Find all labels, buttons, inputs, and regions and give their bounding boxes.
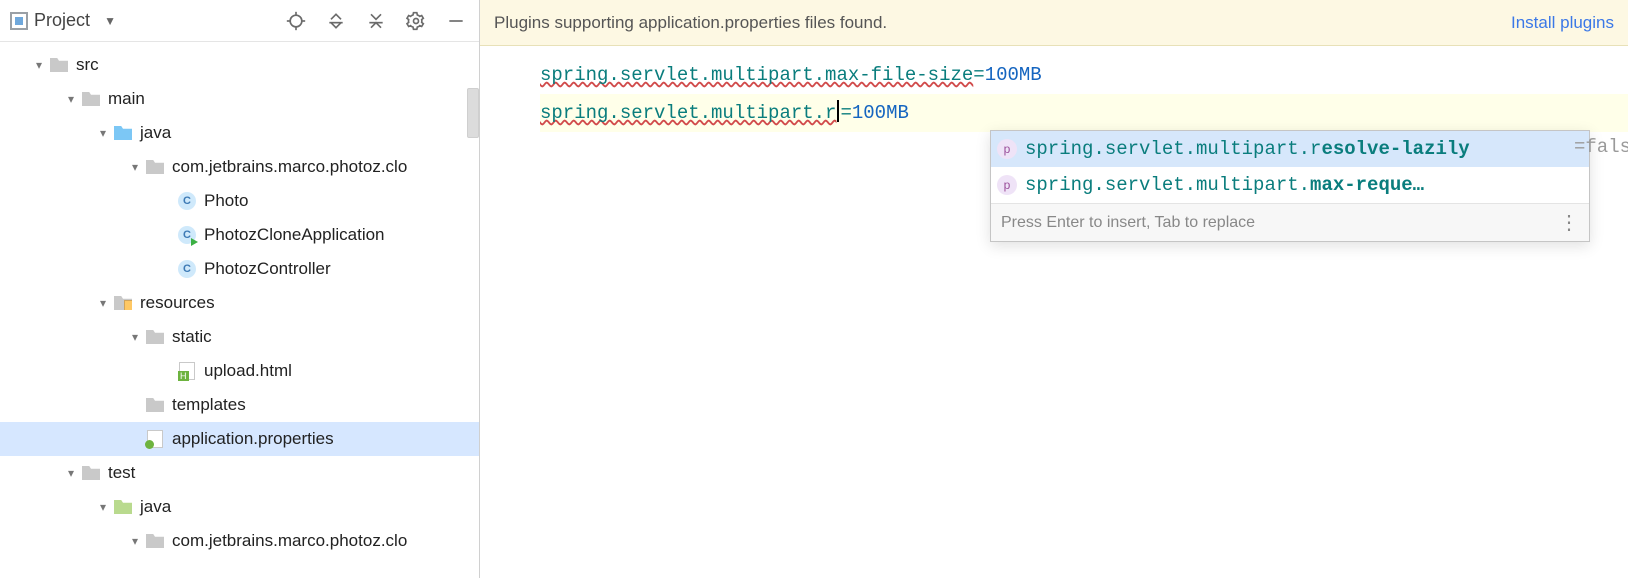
gear-icon[interactable] [401,6,431,36]
collapse-all-icon[interactable] [361,6,391,36]
code-editor[interactable]: spring.servlet.multipart.max-file-size=1… [480,46,1628,132]
banner-message: Plugins supporting application.propertie… [494,13,887,33]
tree-folder-main[interactable]: ▾main [0,82,479,116]
autocomplete-item-1[interactable]: p spring.servlet.multipart.resolve-lazil… [991,131,1589,167]
locate-icon[interactable] [281,6,311,36]
project-tree[interactable]: ▾src ▾main ▾java ▾com.jetbrains.marco.ph… [0,42,479,578]
minimize-icon[interactable] [441,6,471,36]
tree-folder-test-java[interactable]: ▾java [0,490,479,524]
tree-folder-resources[interactable]: ▾resources [0,286,479,320]
tree-folder-static[interactable]: ▾static [0,320,479,354]
autocomplete-popup: p spring.servlet.multipart.resolve-lazil… [990,130,1590,242]
chevron-down-icon[interactable]: ▼ [100,14,120,28]
tree-class-app[interactable]: CPhotozCloneApplication [0,218,479,252]
autocomplete-hint: Press Enter to insert, Tab to replace ⋮ [991,203,1589,241]
code-line-1[interactable]: spring.servlet.multipart.max-file-size=1… [540,56,1628,94]
project-title[interactable]: Project [34,10,90,31]
project-tool-header: Project ▼ [0,0,479,42]
code-line-2[interactable]: spring.servlet.multipart.r=100MB [540,94,1628,132]
tree-package-test[interactable]: ▾com.jetbrains.marco.photoz.clo [0,524,479,558]
autocomplete-item-2[interactable]: p spring.servlet.multipart.max-reque… [991,167,1589,203]
tree-folder-templates[interactable]: templates [0,388,479,422]
tree-folder-test[interactable]: ▾test [0,456,479,490]
property-icon: p [997,175,1017,195]
tree-package[interactable]: ▾com.jetbrains.marco.photoz.clo [0,150,479,184]
install-plugins-link[interactable]: Install plugins [1511,13,1614,33]
tree-scrollbar-thumb[interactable] [467,88,479,138]
tree-folder-java[interactable]: ▾java [0,116,479,150]
plugin-suggestion-banner: Plugins supporting application.propertie… [480,0,1628,46]
autocomplete-trailing-hint: =false (Whether to resolve the mult [1574,130,1628,158]
tree-file-application-properties[interactable]: application.properties [0,422,479,456]
tree-class-controller[interactable]: CPhotozController [0,252,479,286]
tree-folder-src[interactable]: ▾src [0,48,479,82]
project-icon [10,12,28,30]
property-icon: p [997,139,1017,159]
text-caret [837,100,839,122]
tree-class-photo[interactable]: CPhoto [0,184,479,218]
tree-file-upload-html[interactable]: upload.html [0,354,479,388]
expand-all-icon[interactable] [321,6,351,36]
